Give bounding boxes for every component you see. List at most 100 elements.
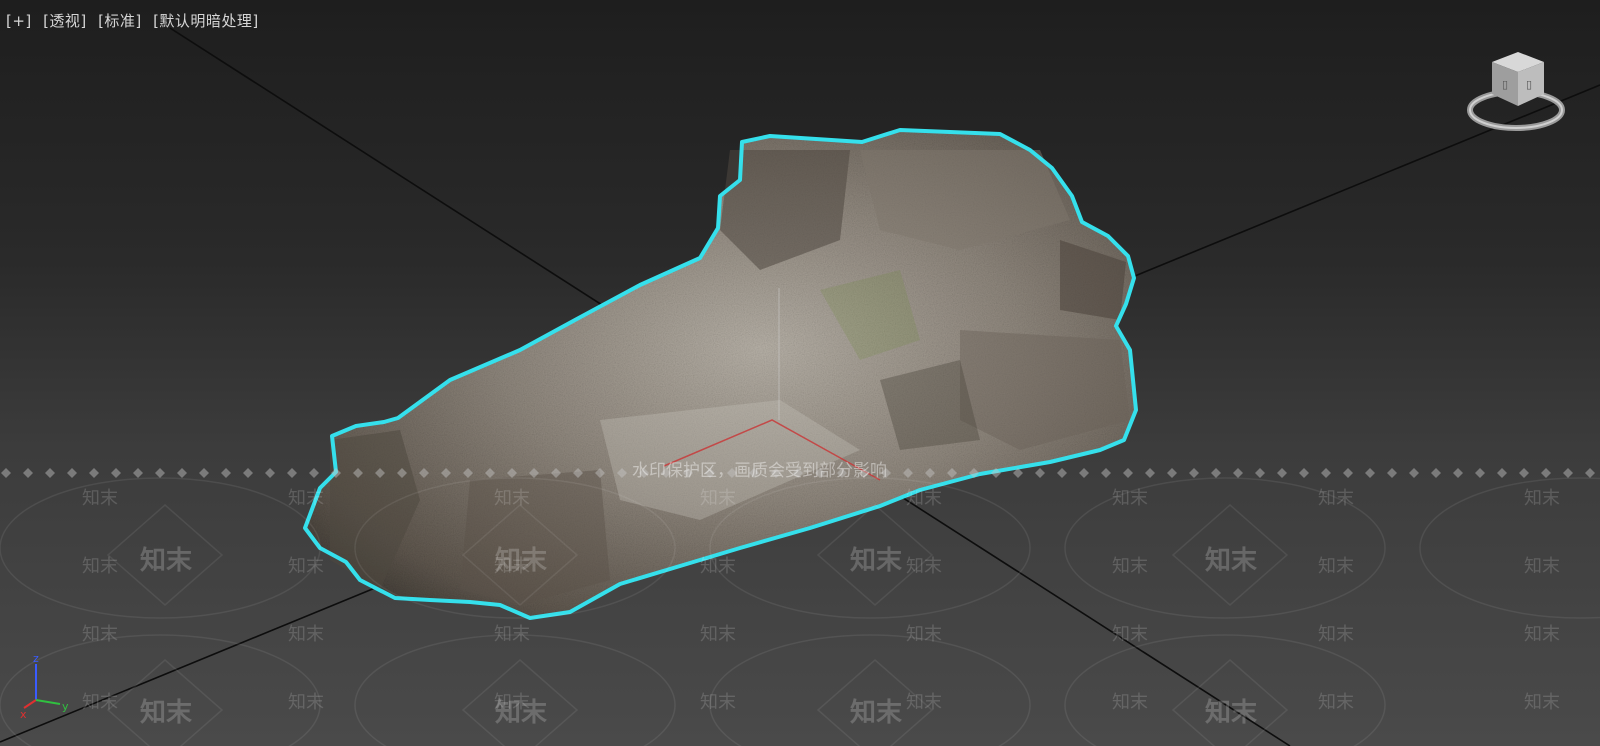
watermark-brand-large: 知末	[140, 698, 193, 728]
watermark-brand-large: 知末	[495, 698, 548, 728]
watermark-brand-small: 知末	[1318, 692, 1354, 713]
watermark-dot	[89, 468, 99, 478]
watermark-brand-large: 知末	[495, 546, 548, 576]
watermark-dot	[287, 468, 297, 478]
watermark-brand-small: 知末	[1318, 488, 1354, 509]
watermark-dot	[133, 468, 143, 478]
watermark-dot	[1123, 468, 1133, 478]
watermark-dot	[1453, 468, 1463, 478]
watermark-brand-small: 知末	[906, 624, 942, 645]
watermark-brand-small: 知末	[1524, 624, 1560, 645]
watermark-brand-small: 知末	[82, 488, 118, 509]
watermark-dot	[573, 468, 583, 478]
axis-z-label: z	[33, 652, 39, 665]
watermark-dot	[1101, 468, 1111, 478]
watermark-brand-small: 知末	[1112, 488, 1148, 509]
watermark-dot	[595, 468, 605, 478]
watermark-brand-small: 知末	[700, 556, 736, 577]
watermark-dot	[375, 468, 385, 478]
watermark-dot	[1343, 468, 1353, 478]
watermark-dot	[925, 468, 935, 478]
watermark-dot	[441, 468, 451, 478]
watermark-dot	[67, 468, 77, 478]
watermark-brand-small: 知末	[1524, 488, 1560, 509]
watermark-brand-small: 知末	[82, 556, 118, 577]
watermark-brand-large: 知末	[140, 546, 193, 576]
watermark-brand-small: 知末	[1112, 556, 1148, 577]
watermark-dot	[991, 468, 1001, 478]
watermark-dot	[1233, 468, 1243, 478]
viewport-menu-view[interactable]: [透视]	[43, 12, 87, 30]
watermark-brand-small: 知末	[906, 556, 942, 577]
watermark-dot	[1563, 468, 1573, 478]
axis-x-label: x	[20, 708, 27, 721]
watermark-dot	[111, 468, 121, 478]
watermark-dot	[1035, 468, 1045, 478]
watermark-brand-small: 知末	[494, 624, 530, 645]
watermark-dot	[1167, 468, 1177, 478]
svg-text:▯: ▯	[1502, 78, 1508, 91]
watermark-dot	[551, 468, 561, 478]
watermark-dot	[485, 468, 495, 478]
scene-canvas[interactable]	[0, 0, 1600, 746]
watermark-dot	[1189, 468, 1199, 478]
watermark-brand-small: 知末	[288, 488, 324, 509]
watermark-dot	[1321, 468, 1331, 478]
watermark-brand-small: 知末	[288, 556, 324, 577]
watermark-dot	[529, 468, 539, 478]
watermark-dot	[1145, 468, 1155, 478]
watermark-brand-small: 知末	[1112, 624, 1148, 645]
watermark-dot	[969, 468, 979, 478]
watermark-notice: 水印保护区，画质会受到部分影响	[632, 461, 887, 481]
viewport-menu-render-style[interactable]: [标准]	[98, 12, 142, 30]
watermark-brand-small: 知末	[1524, 692, 1560, 713]
watermark-brand-small: 知末	[1318, 624, 1354, 645]
axis-y-label: y	[62, 700, 69, 713]
watermark-brand-small: 知末	[1112, 692, 1148, 713]
watermark-dot	[1519, 468, 1529, 478]
watermark-dot	[155, 468, 165, 478]
watermark-brand-large: 知末	[1205, 546, 1258, 576]
watermark-dot	[1387, 468, 1397, 478]
watermark-dot	[397, 468, 407, 478]
perspective-viewport[interactable]: [+] [透视] [标准] [默认明暗处理] 知末 知末 知末 知末 知末 知末 知末 知末知…	[0, 0, 1600, 746]
watermark-dot	[1211, 468, 1221, 478]
viewport-label-menu[interactable]: [+] [透视] [标准] [默认明暗处理]	[6, 10, 265, 31]
rock-model[interactable]	[303, 128, 1138, 620]
watermark-dot	[1255, 468, 1265, 478]
watermark-dot	[309, 468, 319, 478]
watermark-brand-large: 知末	[850, 698, 903, 728]
axis-tripod-icon: z x y	[20, 652, 69, 721]
watermark-dot	[1057, 468, 1067, 478]
watermark-brand-small: 知末	[700, 692, 736, 713]
watermark-dot	[1, 468, 11, 478]
watermark-dot	[1365, 468, 1375, 478]
watermark-dot	[45, 468, 55, 478]
watermark-dot	[23, 468, 33, 478]
watermark-brand-small: 知末	[1524, 556, 1560, 577]
watermark-dot	[221, 468, 231, 478]
watermark-dot	[265, 468, 275, 478]
watermark-brand-large: 知末	[1205, 698, 1258, 728]
watermark-dot	[1475, 468, 1485, 478]
watermark-dot	[617, 468, 627, 478]
watermark-brand-small: 知末	[906, 692, 942, 713]
watermark-dot	[947, 468, 957, 478]
watermark-brand-small: 知末	[906, 488, 942, 509]
svg-text:▯: ▯	[1526, 78, 1532, 91]
watermark-dot	[463, 468, 473, 478]
watermark-brand-small: 知末	[82, 624, 118, 645]
watermark-dot	[1299, 468, 1309, 478]
viewport-menu-shading[interactable]: [默认明暗处理]	[153, 12, 259, 30]
watermark-brand-small: 知末	[1318, 556, 1354, 577]
watermark-brand-small: 知末	[288, 692, 324, 713]
watermark-brand-small: 知末	[82, 692, 118, 713]
watermark-brand-small: 知末	[288, 624, 324, 645]
watermark-brand-large: 知末	[850, 546, 903, 576]
view-cube-icon[interactable]: ▯ ▯	[1464, 48, 1574, 138]
viewport-menu-plus[interactable]: [+]	[6, 12, 32, 30]
watermark-dot	[177, 468, 187, 478]
watermark-dot	[1079, 468, 1089, 478]
watermark-dot	[331, 468, 341, 478]
watermark-dot	[1409, 468, 1419, 478]
